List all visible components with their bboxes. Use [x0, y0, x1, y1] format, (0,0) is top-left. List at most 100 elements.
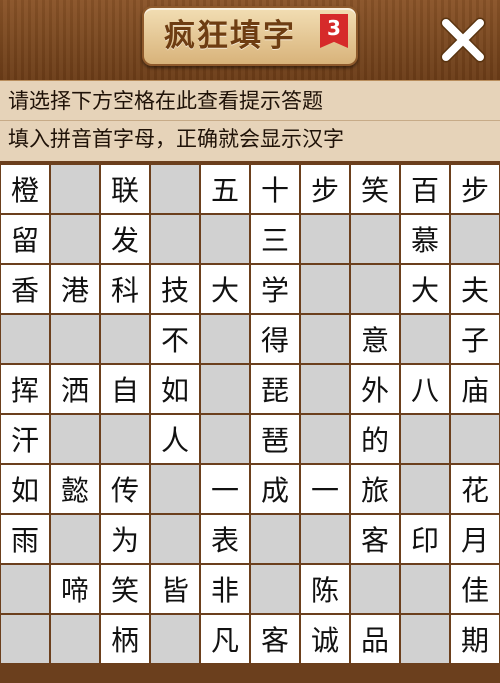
- close-button[interactable]: [438, 15, 488, 65]
- grid-cell-filled[interactable]: 技: [151, 265, 199, 313]
- grid-cell-filled[interactable]: 笑: [101, 565, 149, 613]
- grid-cell-filled[interactable]: 自: [101, 365, 149, 413]
- grid-cell-empty[interactable]: [51, 415, 99, 463]
- grid-cell-filled[interactable]: 品: [351, 615, 399, 663]
- grid-cell-empty[interactable]: [401, 315, 449, 363]
- grid-cell-filled[interactable]: 十: [251, 165, 299, 213]
- grid-cell-filled[interactable]: 的: [351, 415, 399, 463]
- grid-cell-filled[interactable]: 琵: [251, 365, 299, 413]
- grid-cell-filled[interactable]: 香: [1, 265, 49, 313]
- grid-cell-filled[interactable]: 陈: [301, 565, 349, 613]
- grid-cell-filled[interactable]: 外: [351, 365, 399, 413]
- grid-cell-filled[interactable]: 步: [451, 165, 499, 213]
- grid-cell-filled[interactable]: 八: [401, 365, 449, 413]
- grid-cell-empty[interactable]: [1, 615, 49, 663]
- grid-cell-filled[interactable]: 表: [201, 515, 249, 563]
- grid-cell-filled[interactable]: 花: [451, 465, 499, 513]
- grid-cell-empty[interactable]: [251, 565, 299, 613]
- grid-cell-empty[interactable]: [51, 515, 99, 563]
- grid-cell-empty[interactable]: [401, 615, 449, 663]
- grid-cell-filled[interactable]: 大: [401, 265, 449, 313]
- grid-cell-empty[interactable]: [301, 515, 349, 563]
- grid-cell-empty[interactable]: [101, 415, 149, 463]
- grid-cell-filled[interactable]: 得: [251, 315, 299, 363]
- grid-cell-filled[interactable]: 皆: [151, 565, 199, 613]
- grid-cell-empty[interactable]: [301, 265, 349, 313]
- grid-cell-filled[interactable]: 琶: [251, 415, 299, 463]
- grid-cell-empty[interactable]: [51, 615, 99, 663]
- grid-cell-filled[interactable]: 佳: [451, 565, 499, 613]
- grid-cell-filled[interactable]: 非: [201, 565, 249, 613]
- grid-cell-filled[interactable]: 夫: [451, 265, 499, 313]
- grid-cell-filled[interactable]: 诚: [301, 615, 349, 663]
- grid-cell-filled[interactable]: 啼: [51, 565, 99, 613]
- grid-cell-filled[interactable]: 五: [201, 165, 249, 213]
- grid-cell-filled[interactable]: 科: [101, 265, 149, 313]
- grid-cell-filled[interactable]: 意: [351, 315, 399, 363]
- grid-cell-empty[interactable]: [451, 215, 499, 263]
- grid-cell-empty[interactable]: [151, 165, 199, 213]
- grid-cell-empty[interactable]: [251, 515, 299, 563]
- grid-cell-empty[interactable]: [401, 465, 449, 513]
- grid-cell-empty[interactable]: [351, 265, 399, 313]
- grid-cell-empty[interactable]: [151, 615, 199, 663]
- grid-cell-empty[interactable]: [51, 315, 99, 363]
- grid-cell-empty[interactable]: [151, 515, 199, 563]
- grid-cell-empty[interactable]: [351, 215, 399, 263]
- grid-cell-empty[interactable]: [401, 415, 449, 463]
- grid-cell-empty[interactable]: [101, 315, 149, 363]
- grid-cell-filled[interactable]: 橙: [1, 165, 49, 213]
- grid-cell-empty[interactable]: [201, 415, 249, 463]
- grid-cell-filled[interactable]: 汗: [1, 415, 49, 463]
- grid-cell-empty[interactable]: [151, 215, 199, 263]
- grid-cell-filled[interactable]: 凡: [201, 615, 249, 663]
- grid-cell-empty[interactable]: [201, 315, 249, 363]
- grid-cell-filled[interactable]: 联: [101, 165, 149, 213]
- grid-cell-empty[interactable]: [1, 315, 49, 363]
- grid-cell-empty[interactable]: [201, 215, 249, 263]
- grid-cell-filled[interactable]: 如: [1, 465, 49, 513]
- grid-cell-empty[interactable]: [301, 365, 349, 413]
- grid-cell-empty[interactable]: [301, 215, 349, 263]
- grid-cell-filled[interactable]: 子: [451, 315, 499, 363]
- grid-cell-filled[interactable]: 懿: [51, 465, 99, 513]
- grid-cell-empty[interactable]: [201, 365, 249, 413]
- grid-cell-filled[interactable]: 客: [251, 615, 299, 663]
- grid-cell-filled[interactable]: 庙: [451, 365, 499, 413]
- grid-cell-filled[interactable]: 旅: [351, 465, 399, 513]
- grid-cell-filled[interactable]: 学: [251, 265, 299, 313]
- grid-cell-filled[interactable]: 成: [251, 465, 299, 513]
- grid-cell-filled[interactable]: 传: [101, 465, 149, 513]
- grid-cell-empty[interactable]: [301, 315, 349, 363]
- grid-cell-filled[interactable]: 笑: [351, 165, 399, 213]
- grid-cell-filled[interactable]: 如: [151, 365, 199, 413]
- grid-cell-filled[interactable]: 一: [301, 465, 349, 513]
- grid-cell-empty[interactable]: [1, 565, 49, 613]
- grid-cell-empty[interactable]: [51, 165, 99, 213]
- grid-cell-filled[interactable]: 不: [151, 315, 199, 363]
- grid-cell-empty[interactable]: [351, 565, 399, 613]
- grid-cell-empty[interactable]: [151, 465, 199, 513]
- grid-cell-filled[interactable]: 月: [451, 515, 499, 563]
- grid-cell-empty[interactable]: [401, 565, 449, 613]
- grid-cell-filled[interactable]: 洒: [51, 365, 99, 413]
- grid-cell-filled[interactable]: 步: [301, 165, 349, 213]
- grid-cell-filled[interactable]: 慕: [401, 215, 449, 263]
- grid-cell-filled[interactable]: 印: [401, 515, 449, 563]
- grid-cell-filled[interactable]: 百: [401, 165, 449, 213]
- grid-cell-filled[interactable]: 港: [51, 265, 99, 313]
- grid-cell-empty[interactable]: [451, 415, 499, 463]
- grid-cell-filled[interactable]: 为: [101, 515, 149, 563]
- grid-cell-filled[interactable]: 挥: [1, 365, 49, 413]
- grid-cell-filled[interactable]: 柄: [101, 615, 149, 663]
- grid-cell-filled[interactable]: 人: [151, 415, 199, 463]
- grid-cell-filled[interactable]: 发: [101, 215, 149, 263]
- grid-cell-filled[interactable]: 三: [251, 215, 299, 263]
- grid-cell-filled[interactable]: 期: [451, 615, 499, 663]
- grid-cell-filled[interactable]: 留: [1, 215, 49, 263]
- grid-cell-filled[interactable]: 一: [201, 465, 249, 513]
- grid-cell-filled[interactable]: 雨: [1, 515, 49, 563]
- grid-cell-empty[interactable]: [301, 415, 349, 463]
- grid-cell-filled[interactable]: 客: [351, 515, 399, 563]
- grid-cell-empty[interactable]: [51, 215, 99, 263]
